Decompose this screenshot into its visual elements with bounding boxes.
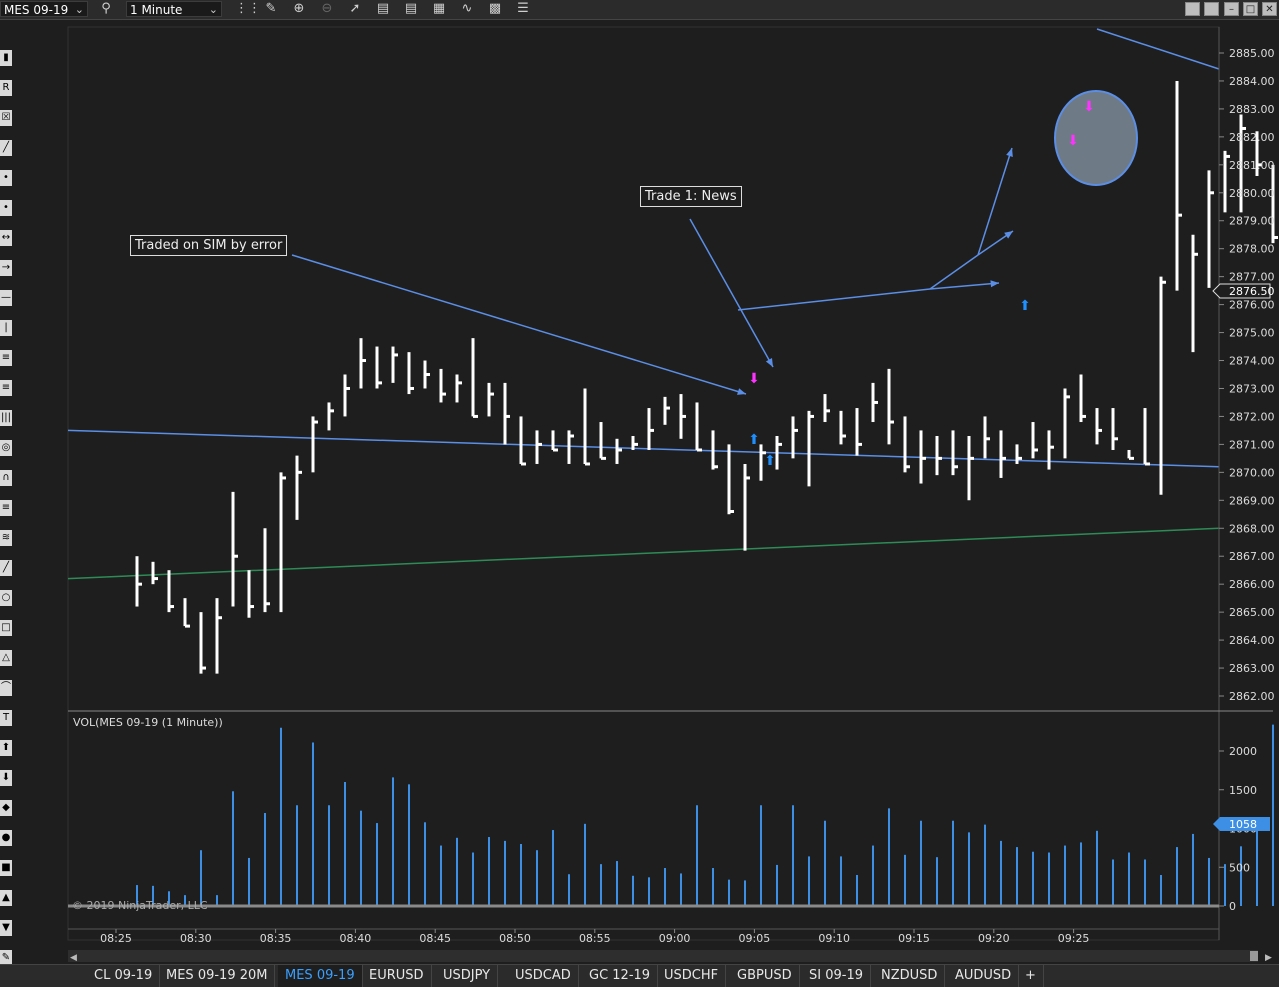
price-tick-label: 2873.00 [1229, 382, 1275, 395]
link-icon[interactable] [1204, 2, 1219, 16]
data-box-icon[interactable]: ▤ [375, 1, 391, 17]
price-tick-label: 2883.00 [1229, 103, 1275, 116]
copyright-text: © 2019 NinjaTrader, LLC [72, 899, 208, 912]
instrument-selector[interactable]: MES 09-19 ⌄ [0, 1, 88, 17]
instrument-tabs: CL 09-19 MES 09-19 20M MES 09-19 EURUSD USDJ… [0, 964, 1279, 987]
horizontal-scrollbar[interactable] [68, 950, 1258, 962]
instrument-tab[interactable]: USDCHF [657, 965, 727, 987]
time-tick-label: 08:45 [419, 932, 451, 945]
price-tick-label: 2864.00 [1229, 634, 1275, 647]
price-tick-label: 2872.00 [1229, 410, 1275, 423]
instrument-tab[interactable]: NZDUSD [874, 965, 946, 987]
instrument-value: MES 09-19 [4, 3, 69, 17]
price-tick-label: 2869.00 [1229, 494, 1275, 507]
price-tick-label: 2863.00 [1229, 662, 1275, 675]
instrument-tab[interactable]: USDJPY [436, 965, 499, 987]
maximize-icon[interactable]: □ [1243, 2, 1258, 16]
current-price-value: 2876.50 [1229, 285, 1275, 298]
time-tick-label: 08:55 [579, 932, 611, 945]
strategies-icon[interactable]: ∿ [459, 1, 475, 17]
time-tick-label: 08:50 [499, 932, 531, 945]
price-tick-label: 2879.00 [1229, 215, 1275, 228]
list-icon[interactable]: ☰ [515, 1, 531, 17]
price-tick-label: 2862.00 [1229, 690, 1275, 703]
chevron-down-icon: ⌄ [74, 3, 84, 16]
volume-tick-label: 0 [1229, 900, 1236, 913]
time-tick-label: 09:00 [659, 932, 691, 945]
price-tick-label: 2871.00 [1229, 438, 1275, 451]
price-tick-label: 2868.00 [1229, 522, 1275, 535]
sell-arrow-icon: ⬇ [748, 371, 760, 387]
instrument-tab[interactable]: CL 09-19 [87, 965, 161, 987]
zoom-out-icon[interactable]: ⊖ [319, 1, 335, 17]
sim-error-label[interactable]: Traded on SIM by error [130, 235, 288, 256]
price-tick-label: 2865.00 [1229, 606, 1275, 619]
interval-selector[interactable]: 1 Minute ⌄ [126, 1, 222, 17]
price-tick-label: 2884.00 [1229, 75, 1275, 88]
sell-arrow-icon: ⬇ [1083, 99, 1095, 115]
time-tick-label: 09:20 [978, 932, 1010, 945]
volume-tick-label: 1500 [1229, 784, 1257, 797]
time-tick-label: 08:35 [260, 932, 292, 945]
price-tick-label: 2866.00 [1229, 578, 1275, 591]
time-tick-label: 08:25 [100, 932, 132, 945]
price-axis[interactable]: 2885.00 2884.00 2883.00 2882.00 2881.00 2880.… [1218, 27, 1275, 940]
scroll-thumb[interactable] [1250, 951, 1258, 961]
close-icon[interactable]: ✕ [1262, 2, 1277, 16]
volume-panel-title: VOL(MES 09-19 (1 Minute)) [73, 716, 223, 729]
zoom-in-icon[interactable]: ⊕ [291, 1, 307, 17]
pointer-icon[interactable]: ➚ [347, 1, 363, 17]
price-tick-label: 2881.00 [1229, 159, 1275, 172]
add-tab-button[interactable]: + [1018, 965, 1044, 987]
price-tick-label: 2877.00 [1229, 271, 1275, 284]
time-tick-label: 09:10 [818, 932, 850, 945]
instrument-tab[interactable]: SI 09-19 [802, 965, 871, 987]
current-price-tag: 2876.50 [1212, 283, 1275, 299]
price-tick-label: 2880.00 [1229, 187, 1275, 200]
current-volume-value: 1058 [1229, 818, 1257, 831]
trade1-news-label[interactable]: Trade 1: News [640, 186, 742, 207]
current-volume-tag: 1058 [1213, 817, 1270, 831]
search-icon[interactable]: ⚲ [98, 1, 114, 17]
instrument-tab[interactable]: EURUSD [362, 965, 432, 987]
time-tick-label: 09:15 [898, 932, 930, 945]
price-chart[interactable]: ⬆⬆⬆⬇⬇⬇ 2885.002884.002883.002882.002881.… [0, 19, 1279, 964]
time-tick-label: 09:05 [739, 932, 771, 945]
price-tick-label: 2874.00 [1229, 355, 1275, 368]
instrument-tab[interactable]: GC 12-19 [582, 965, 659, 987]
properties-icon[interactable]: ▤ [403, 1, 419, 17]
instrument-tab[interactable]: GBPUSD [730, 965, 800, 987]
volume-tick-label: 500 [1229, 861, 1250, 874]
price-tick-label: 2882.00 [1229, 131, 1275, 144]
indicators-icon[interactable]: ▦ [431, 1, 447, 17]
instrument-tab[interactable]: MES 09-19 20M [159, 965, 276, 987]
buy-arrow-icon: ⬆ [748, 432, 760, 448]
time-tick-label: 08:30 [180, 932, 212, 945]
instrument-tab[interactable]: MES 09-19 [278, 965, 363, 987]
scroll-left-icon[interactable]: ◀ [70, 953, 77, 963]
price-tick-label: 2878.00 [1229, 243, 1275, 256]
instrument-tab[interactable]: AUDUSD [948, 965, 1020, 987]
tile-icon[interactable] [1185, 2, 1200, 16]
time-tick-label: 09:25 [1058, 932, 1090, 945]
volume-tick-label: 2000 [1229, 745, 1257, 758]
price-tick-label: 2876.00 [1229, 299, 1275, 312]
time-tick-label: 08:40 [340, 932, 372, 945]
templates-icon[interactable]: ▩ [487, 1, 503, 17]
chart-toolbar: MES 09-19 ⌄ ⚲ 1 Minute ⌄ ⋮⋮ ✎ ⊕ ⊖ ➚ ▤ ▤ … [0, 0, 1279, 20]
minimize-icon[interactable]: – [1224, 2, 1239, 16]
price-tick-label: 2875.00 [1229, 327, 1275, 340]
bar-style-icon[interactable]: ⋮⋮ [235, 1, 261, 17]
price-tick-label: 2885.00 [1229, 47, 1275, 60]
price-tick-label: 2867.00 [1229, 550, 1275, 563]
interval-value: 1 Minute [130, 3, 183, 17]
price-tick-label: 2870.00 [1229, 466, 1275, 479]
scroll-right-icon[interactable]: ▶ [1265, 953, 1272, 963]
buy-arrow-icon: ⬆ [764, 453, 776, 469]
chevron-down-icon: ⌄ [208, 3, 218, 16]
sell-arrow-icon: ⬇ [1067, 133, 1079, 149]
buy-arrow-icon: ⬆ [1019, 298, 1031, 314]
pencil-icon[interactable]: ✎ [263, 1, 279, 17]
instrument-tab[interactable]: USDCAD [508, 965, 579, 987]
